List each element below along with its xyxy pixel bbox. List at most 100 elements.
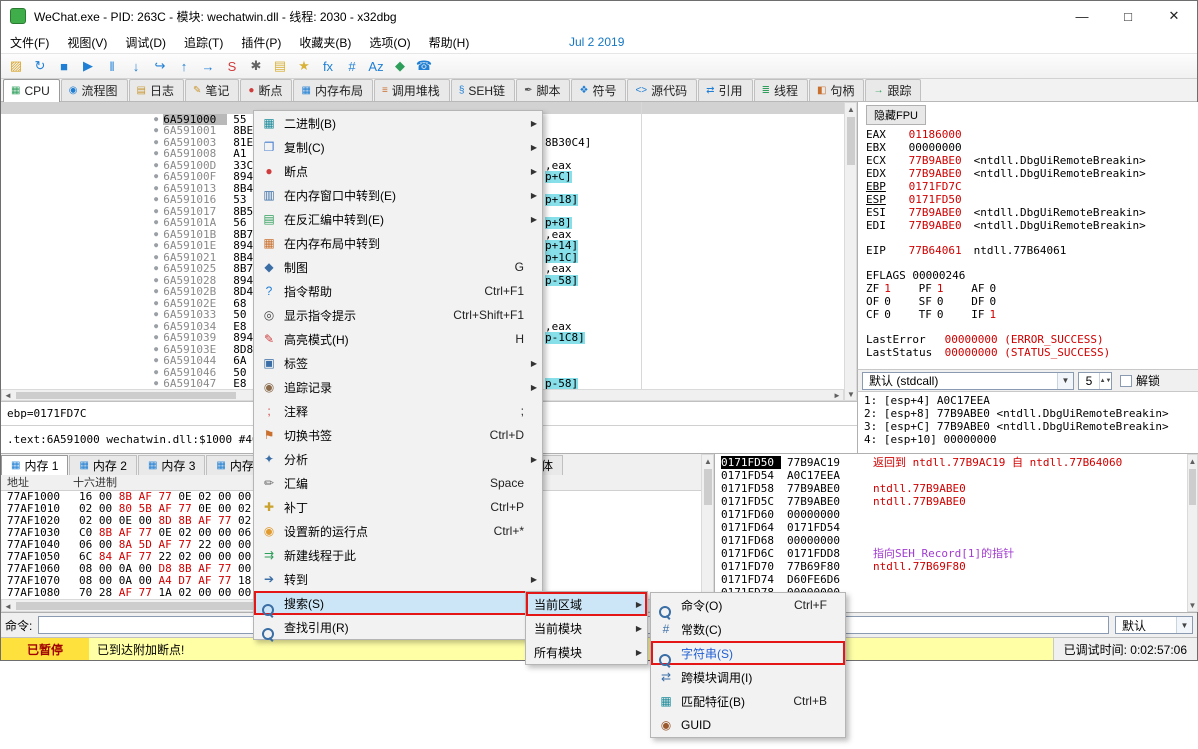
submenu-item[interactable]: ◉ GUID ▶	[651, 713, 845, 737]
cpu-flag[interactable]: CF0	[866, 308, 912, 321]
stack-argument-row[interactable]: 1: [esp+4] A0C17EEA	[864, 394, 1198, 407]
context-menu-item[interactable]: ▦ 二进制(B) ▶	[254, 111, 542, 135]
stack-vscrollbar[interactable]: ▲ ▼	[1187, 454, 1198, 612]
stack-row[interactable]: 0171FD5077B9AC19返回到 ntdll.77B9AC19 自 ntd…	[715, 456, 1187, 469]
context-menu-item[interactable]: 搜索(S) ▶	[254, 591, 542, 615]
fx-icon[interactable]: fx	[316, 55, 340, 77]
scroll-left-arrow[interactable]: ◄	[3, 601, 13, 611]
context-menu-item[interactable]: ✎ 高亮模式(H) H ▶	[254, 327, 542, 351]
scroll-down-arrow[interactable]: ▼	[1188, 600, 1197, 610]
register-value[interactable]: 01186000	[909, 128, 962, 141]
seh-chain-icon[interactable]: ◆	[388, 55, 412, 77]
step-out-icon[interactable]: ↑	[172, 55, 196, 77]
context-menu-item[interactable]: ▤ 在反汇编中转到(E) ▶	[254, 207, 542, 231]
context-menu-item[interactable]: ◉ 追踪记录 ▶	[254, 375, 542, 399]
context-menu-item[interactable]: ▦ 在内存布局中转到 ▶	[254, 231, 542, 255]
hide-fpu-button[interactable]: 隐藏FPU	[866, 105, 926, 125]
calling-convention-select[interactable]: 默认 (stdcall) ▼	[862, 372, 1074, 390]
unlock-toggle[interactable]: 解锁	[1120, 372, 1160, 389]
settings-icon[interactable]: ✱	[244, 55, 268, 77]
step-into-icon[interactable]: ↓	[124, 55, 148, 77]
register-value[interactable]: 77B64061	[909, 244, 962, 257]
stack-argument-row[interactable]: 2: [esp+8] 77B9ABE0 <ntdll.DbgUiRemoteBr…	[864, 407, 1198, 420]
context-menu-item[interactable]: ❐ 复制(C) ▶	[254, 135, 542, 159]
stack-row[interactable]: 0171FD7077B69F80ntdll.77B69F80	[715, 560, 1187, 573]
context-menu-item[interactable]: ? 指令帮助 Ctrl+F1 ▶	[254, 279, 542, 303]
scroll-thumb[interactable]	[847, 117, 855, 165]
register-row[interactable]: EBX 00000000	[866, 141, 1198, 154]
stack-row[interactable]: 0171FD6C0171FDD8指向SEH_Record[1]的指针	[715, 547, 1187, 560]
context-menu-item[interactable]: ✦ 分析 ▶	[254, 447, 542, 471]
dump-tab[interactable]: ▦ 内存 2	[69, 455, 136, 475]
cpu-flag[interactable]: TF0	[919, 308, 965, 321]
scroll-thumb[interactable]	[16, 392, 236, 399]
view-tab[interactable]: ◧ 句柄	[809, 79, 864, 101]
scroll-thumb[interactable]	[704, 469, 712, 505]
cpu-flag[interactable]: IF1	[971, 308, 1017, 321]
context-menu-item[interactable]: ▥ 在内存窗口中转到(E) ▶	[254, 183, 542, 207]
view-tab[interactable]: ◉ 流程图	[61, 79, 128, 101]
stack-row[interactable]: 0171FD6800000000	[715, 534, 1187, 547]
phone-icon[interactable]: ☎	[412, 55, 436, 77]
register-row[interactable]: EAX 01186000	[866, 128, 1198, 141]
menubar-item[interactable]: 调试(D)	[116, 31, 175, 54]
maximize-button[interactable]: □	[1105, 1, 1151, 31]
view-tab[interactable]: ≡ 调用堆栈	[374, 79, 450, 101]
number-icon[interactable]: #	[340, 55, 364, 77]
checkbox-icon[interactable]	[1120, 375, 1132, 387]
menubar-item[interactable]: 帮助(H)	[420, 31, 479, 54]
submenu-item[interactable]: 字符串(S) ▶	[651, 641, 845, 665]
command-preset-select[interactable]: 默认 ▼	[1115, 616, 1193, 634]
context-menu-item[interactable]: ✚ 补丁 Ctrl+P ▶	[254, 495, 542, 519]
favourites-icon[interactable]: ★	[292, 55, 316, 77]
stack-argument-row[interactable]: 3: [esp+C] 77B9ABE0 <ntdll.DbgUiRemoteBr…	[864, 420, 1198, 433]
submenu-item[interactable]: ⇄ 跨模块调用(I) ▶	[651, 665, 845, 689]
submenu-item[interactable]: 当前模块 ▶	[526, 616, 647, 640]
context-menu-item[interactable]: ◆ 制图 G ▶	[254, 255, 542, 279]
scroll-thumb[interactable]	[16, 602, 276, 610]
step-over-icon[interactable]: ↪	[148, 55, 172, 77]
menubar-item[interactable]: 收藏夹(B)	[290, 31, 360, 54]
register-row[interactable]	[866, 232, 1198, 244]
scroll-up-arrow[interactable]: ▲	[1188, 456, 1197, 466]
register-value[interactable]: 77B9ABE0	[909, 219, 962, 232]
register-row[interactable]: EDX 77B9ABE0<ntdll.DbgUiRemoteBreakin>	[866, 167, 1198, 180]
menubar-item[interactable]: 视图(V)	[58, 31, 116, 54]
view-tab[interactable]: <> 源代码	[627, 79, 697, 101]
context-menu-item[interactable]: ; 注释 ; ▶	[254, 399, 542, 423]
cpu-flag[interactable]: SF0	[919, 295, 965, 308]
context-menu-item[interactable]: ➔ 转到 ▶	[254, 567, 542, 591]
register-row[interactable]: ESP 0171FD50	[866, 193, 1198, 206]
stack-row[interactable]: 0171FD74D60FE6D6	[715, 573, 1187, 586]
stack-row[interactable]: 0171FD5C77B9ABE0ntdll.77B9ABE0	[715, 495, 1187, 508]
cpu-flag[interactable]: AF0	[971, 282, 1017, 295]
script-icon[interactable]: S	[220, 55, 244, 77]
scroll-thumb[interactable]	[1189, 469, 1196, 505]
context-menu-item[interactable]: ◎ 显示指令提示 Ctrl+Shift+F1 ▶	[254, 303, 542, 327]
register-value[interactable]: 77B9ABE0	[909, 154, 962, 167]
context-menu-item[interactable]: ● 断点 ▶	[254, 159, 542, 183]
view-tab[interactable]: ▤ 日志	[129, 79, 184, 101]
scroll-up-arrow[interactable]: ▲	[703, 456, 713, 466]
submenu-item[interactable]: ▦ 匹配特征(B) Ctrl+B ▶	[651, 689, 845, 713]
register-row[interactable]: EFLAGS 00000246	[866, 269, 1198, 282]
cpu-flag[interactable]: ZF1	[866, 282, 912, 295]
view-tab[interactable]: → 跟踪	[865, 79, 921, 101]
view-tab[interactable]: ⇄ 引用	[698, 79, 752, 101]
context-menu-item[interactable]: 查找引用(R) ▶	[254, 615, 542, 639]
minimize-button[interactable]: —	[1059, 1, 1105, 31]
disasm-vscrollbar[interactable]: ▲ ▼	[844, 102, 857, 401]
context-menu-item[interactable]: ✏ 汇编 Space ▶	[254, 471, 542, 495]
scroll-left-arrow[interactable]: ◄	[3, 391, 13, 400]
view-tab[interactable]: ▦ 内存布局	[293, 79, 372, 101]
notes-icon[interactable]: ▤	[268, 55, 292, 77]
stepper-arrows-icon[interactable]: ▲▼	[1099, 373, 1111, 389]
menubar-item[interactable]: 选项(O)	[360, 31, 419, 54]
view-tab[interactable]: ✎ 笔记	[185, 79, 239, 101]
submenu-item[interactable]: 命令(O) Ctrl+F ▶	[651, 593, 845, 617]
arg-count-stepper[interactable]: 5 ▲▼	[1078, 372, 1112, 390]
stack-row[interactable]: 0171FD6000000000	[715, 508, 1187, 521]
menubar-item[interactable]: 插件(P)	[232, 31, 290, 54]
register-row[interactable]	[866, 257, 1198, 269]
scroll-up-arrow[interactable]: ▲	[846, 104, 856, 114]
